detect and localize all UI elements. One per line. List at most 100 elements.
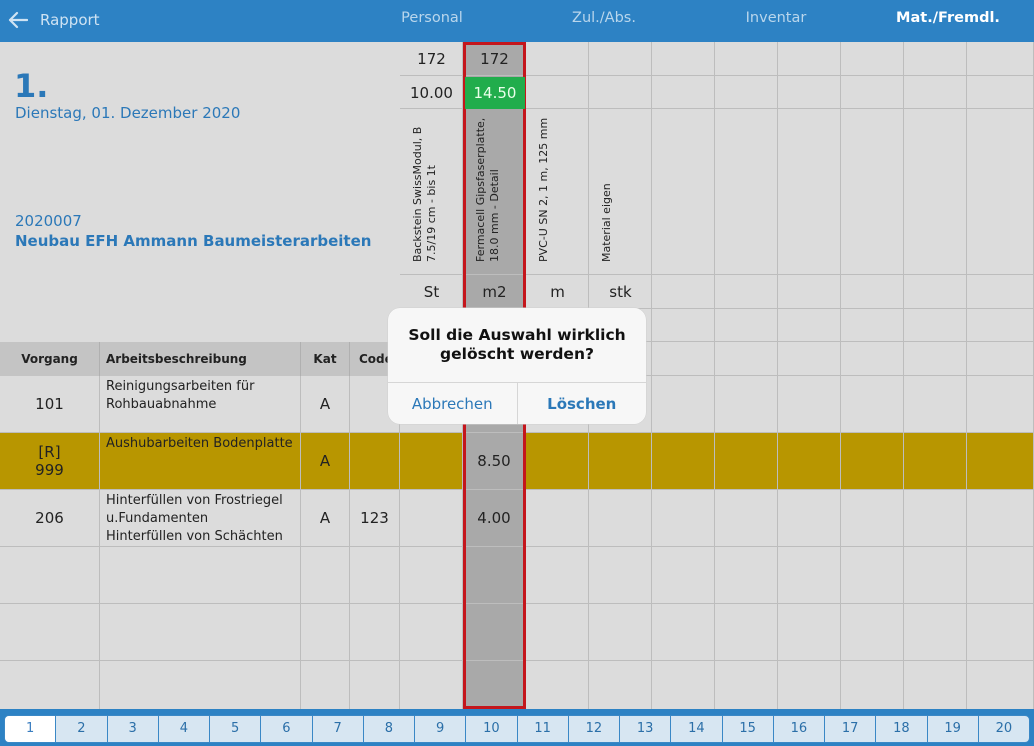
page-button[interactable]: 6 — [261, 716, 313, 742]
page-button[interactable]: 10 — [466, 716, 518, 742]
grid-cell — [967, 109, 1034, 275]
cancel-button[interactable]: Abbrechen — [388, 383, 517, 424]
page-button[interactable]: 3 — [108, 716, 159, 742]
row-material-cell[interactable] — [715, 433, 778, 490]
row-material-cell[interactable] — [967, 547, 1034, 604]
tab-inventar[interactable]: Inventar — [716, 0, 836, 36]
grid-cell — [652, 309, 715, 342]
row-material-cell[interactable] — [589, 604, 652, 661]
row-material-cell[interactable] — [967, 604, 1034, 661]
material-unit: m2 — [482, 283, 507, 301]
grid-cell — [526, 42, 589, 76]
row-material-cell[interactable] — [841, 490, 904, 547]
row-material-cell[interactable] — [841, 376, 904, 433]
tab-mat-fremdl[interactable]: Mat./Fremdl. — [888, 0, 1008, 36]
grid-cell — [652, 42, 715, 76]
page-button[interactable]: 9 — [415, 716, 467, 742]
row-material-cell[interactable] — [589, 433, 652, 490]
page-button[interactable]: 11 — [518, 716, 569, 742]
page-button[interactable]: 4 — [159, 716, 210, 742]
tab-personal[interactable]: Personal — [372, 0, 492, 36]
row-material-cell[interactable] — [715, 490, 778, 547]
row-material-cell[interactable] — [778, 490, 841, 547]
dialog-message-line-2: gelöscht werden? — [440, 345, 594, 363]
row-material-cell[interactable] — [400, 433, 463, 490]
material-value[interactable]: 10.00 — [400, 77, 463, 109]
row-material-cell[interactable] — [841, 604, 904, 661]
page-button[interactable]: 8 — [364, 716, 415, 742]
row-material-cell[interactable] — [967, 433, 1034, 490]
page-button[interactable]: 7 — [313, 716, 364, 742]
row-material-cell[interactable] — [526, 433, 589, 490]
row-material-cell[interactable] — [967, 490, 1034, 547]
table-header: Vorgang Arbeitsbeschreibung Kat Code — [0, 342, 400, 376]
row-material-cell[interactable] — [778, 547, 841, 604]
material-name-line: PVC-U SN 2, 1 m, 125 mm — [537, 117, 550, 262]
row-material-cell[interactable] — [967, 376, 1034, 433]
grid-cell — [967, 42, 1034, 76]
page-button[interactable]: 13 — [620, 716, 672, 742]
row-material-cell[interactable] — [589, 547, 652, 604]
grid-cell — [904, 42, 967, 76]
page-button[interactable]: 2 — [56, 716, 108, 742]
page-button[interactable]: 20 — [979, 716, 1029, 742]
row-material-cell[interactable] — [904, 604, 967, 661]
row-material-cell[interactable] — [841, 547, 904, 604]
grid-cell — [841, 42, 904, 76]
delete-button[interactable]: Löschen — [516, 383, 647, 424]
row-cell — [350, 547, 400, 604]
col-kat: Kat — [301, 342, 350, 376]
row-material-cell[interactable] — [715, 547, 778, 604]
material-value-highlight[interactable]: 14.50 — [465, 77, 525, 109]
row-material-cell[interactable] — [778, 433, 841, 490]
row-material-cell[interactable] — [400, 604, 463, 661]
row-material-cell[interactable] — [652, 433, 715, 490]
row-material-cell[interactable] — [652, 490, 715, 547]
row-material-cell[interactable] — [652, 604, 715, 661]
page-button[interactable]: 17 — [825, 716, 877, 742]
page-button[interactable]: 19 — [928, 716, 979, 742]
row-material-cell[interactable] — [526, 604, 589, 661]
page-button[interactable]: 1 — [5, 716, 57, 742]
row-material-cell[interactable] — [778, 376, 841, 433]
description-line: Hinterfüllen von Schächten — [106, 529, 283, 544]
row-description: Hinterfüllen von Frostriegel u.Fundamente… — [100, 490, 301, 547]
back-label: Rapport — [40, 11, 100, 29]
grid-cell — [715, 42, 778, 76]
row-material-cell[interactable] — [715, 376, 778, 433]
row-material-cell[interactable] — [526, 490, 589, 547]
row-material-cell[interactable] — [652, 376, 715, 433]
page-button[interactable]: 5 — [210, 716, 262, 742]
grid-cell — [841, 342, 904, 376]
row-material-cell[interactable] — [778, 604, 841, 661]
back-button[interactable]: Rapport — [4, 5, 124, 35]
grid-cell — [778, 309, 841, 342]
row-material-cell[interactable] — [400, 490, 463, 547]
row-material-cell[interactable] — [715, 604, 778, 661]
tab-zul-abs[interactable]: Zul./Abs. — [544, 0, 664, 36]
row-material-cell[interactable] — [652, 547, 715, 604]
row-material-cell[interactable] — [526, 547, 589, 604]
row-material-cell[interactable] — [904, 547, 967, 604]
grid-cell — [589, 42, 652, 76]
row-kat: A — [301, 490, 350, 547]
vorgang-text: 101 — [35, 395, 64, 413]
page-button[interactable]: 12 — [569, 716, 620, 742]
row-material-cell[interactable] — [589, 490, 652, 547]
row-material-cell[interactable] — [904, 433, 967, 490]
grid-cell — [715, 342, 778, 376]
page-button[interactable]: 15 — [723, 716, 774, 742]
page-button[interactable]: 18 — [876, 716, 928, 742]
row-vorgang: 101 — [0, 376, 100, 433]
row-material-cell[interactable] — [400, 547, 463, 604]
row-material-cell[interactable] — [841, 433, 904, 490]
description-line: Aushubarbeiten Bodenplatte — [106, 436, 293, 451]
row-material-cell[interactable] — [904, 490, 967, 547]
page-button[interactable]: 16 — [774, 716, 825, 742]
row-cell — [100, 547, 301, 604]
day-number: 1. — [14, 67, 49, 105]
col-vorgang: Vorgang — [0, 342, 100, 376]
vorgang-text: 999 — [35, 461, 64, 479]
row-material-cell[interactable] — [904, 376, 967, 433]
page-button[interactable]: 14 — [671, 716, 723, 742]
